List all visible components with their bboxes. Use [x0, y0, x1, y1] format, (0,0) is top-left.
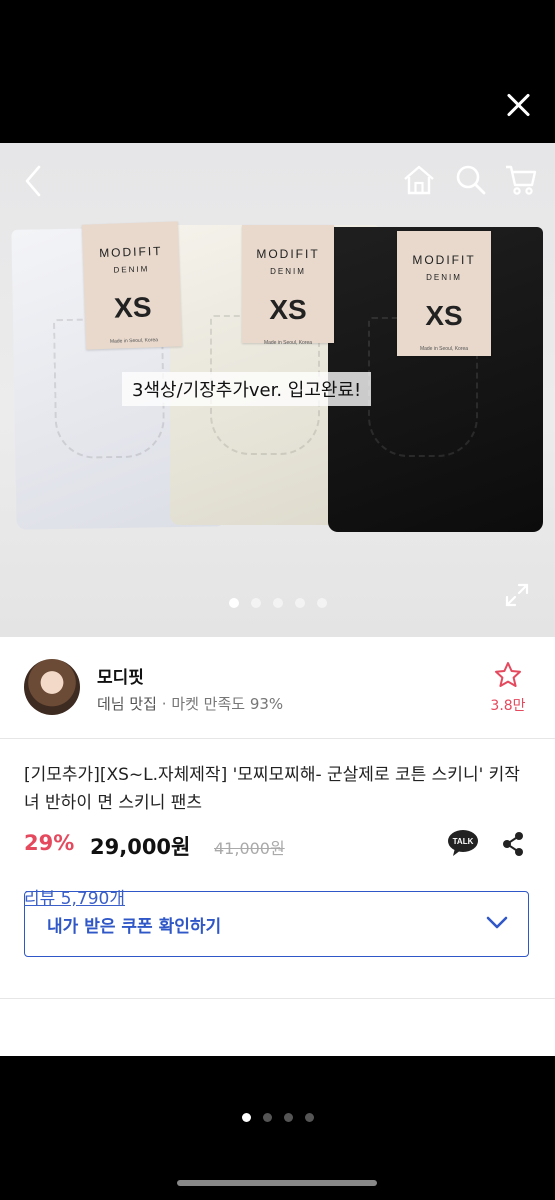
- expand-icon[interactable]: [505, 583, 529, 607]
- coupon-label: 내가 받은 쿠폰 확인하기: [47, 917, 222, 937]
- sale-price: 29,000원: [90, 835, 191, 859]
- tag-origin: Made in Seoul, Korea: [109, 337, 159, 345]
- cart-icon[interactable]: [504, 163, 538, 197]
- meta-separator: ·: [161, 695, 167, 713]
- screen: MODIFIT DENIM XS Made in Seoul, Korea MO…: [0, 0, 555, 1200]
- favorite-count: 3.8만: [490, 698, 526, 714]
- kakaotalk-icon[interactable]: TALK: [447, 829, 479, 857]
- tag-size: XS: [425, 300, 463, 331]
- page-indicator: [0, 1113, 555, 1122]
- tag-size: XS: [113, 291, 152, 324]
- image-caption: 3색상/기장추가ver. 입고완료!: [122, 372, 372, 406]
- tag-sub: DENIM: [113, 264, 150, 275]
- product-info: [기모추가][XS~L.자체제작] '모찌모찌해- 군살제로 코튼 스키니' 키…: [0, 739, 555, 999]
- search-icon[interactable]: [455, 163, 487, 197]
- close-icon[interactable]: [505, 92, 531, 118]
- tag-size: XS: [269, 294, 307, 325]
- shop-name[interactable]: 모디핏: [97, 663, 144, 688]
- shop-row[interactable]: 모디핏 데님 맛집 · 마켓 만족도 93% 3.8만: [0, 637, 555, 739]
- review-count-link[interactable]: 리뷰 5,790개: [24, 884, 125, 909]
- product-image-carousel[interactable]: MODIFIT DENIM XS Made in Seoul, Korea MO…: [0, 143, 555, 637]
- shop-category: 데님 맛집: [97, 695, 157, 713]
- tag-origin: Made in Seoul, Korea: [263, 340, 313, 346]
- page-dot[interactable]: [241, 1113, 251, 1122]
- star-outline-icon: [495, 662, 521, 687]
- tag-brand: MODIFIT: [412, 253, 476, 267]
- image-pager-dot[interactable]: [250, 598, 261, 608]
- tag-sub: DENIM: [426, 273, 462, 282]
- tag-sub: DENIM: [270, 267, 306, 276]
- shop-satisfaction: 마켓 만족도 93%: [171, 695, 284, 713]
- chevron-down-icon: [486, 916, 508, 929]
- image-pager: [0, 598, 555, 608]
- image-pager-dot[interactable]: [228, 598, 239, 608]
- page-dot[interactable]: [283, 1113, 293, 1122]
- share-icon[interactable]: [501, 831, 525, 857]
- page-dot[interactable]: [304, 1113, 314, 1122]
- image-pager-dot[interactable]: [316, 598, 327, 608]
- image-pager-dot[interactable]: [272, 598, 283, 608]
- home-indicator[interactable]: [177, 1180, 377, 1186]
- back-icon[interactable]: [22, 163, 44, 199]
- discount-rate: 29%: [24, 831, 75, 855]
- size-tag: MODIFIT DENIM XS Made in Seoul, Korea: [397, 231, 491, 356]
- size-tag: MODIFIT DENIM XS Made in Seoul, Korea: [242, 225, 334, 346]
- tag-origin: Made in Seoul, Korea: [419, 346, 469, 352]
- page-dot[interactable]: [262, 1113, 272, 1122]
- home-icon[interactable]: [402, 163, 436, 197]
- shop-meta: 데님 맛집 · 마켓 만족도 93%: [97, 693, 283, 714]
- product-sheet: MODIFIT DENIM XS Made in Seoul, Korea MO…: [0, 143, 555, 1056]
- image-pager-dot[interactable]: [294, 598, 305, 608]
- original-price: 41,000원: [214, 839, 285, 858]
- talk-label: TALK: [453, 837, 474, 846]
- tag-brand: MODIFIT: [98, 243, 163, 261]
- shop-avatar[interactable]: [24, 659, 80, 715]
- product-title: [기모추가][XS~L.자체제작] '모찌모찌해- 군살제로 코튼 스키니' 키…: [24, 765, 520, 813]
- size-tag: MODIFIT DENIM XS Made in Seoul, Korea: [81, 221, 183, 350]
- tag-brand: MODIFIT: [256, 247, 320, 261]
- favorite-button[interactable]: 3.8만: [488, 661, 528, 715]
- price-row: 29% 29,000원 41,000원 TALK: [24, 825, 531, 869]
